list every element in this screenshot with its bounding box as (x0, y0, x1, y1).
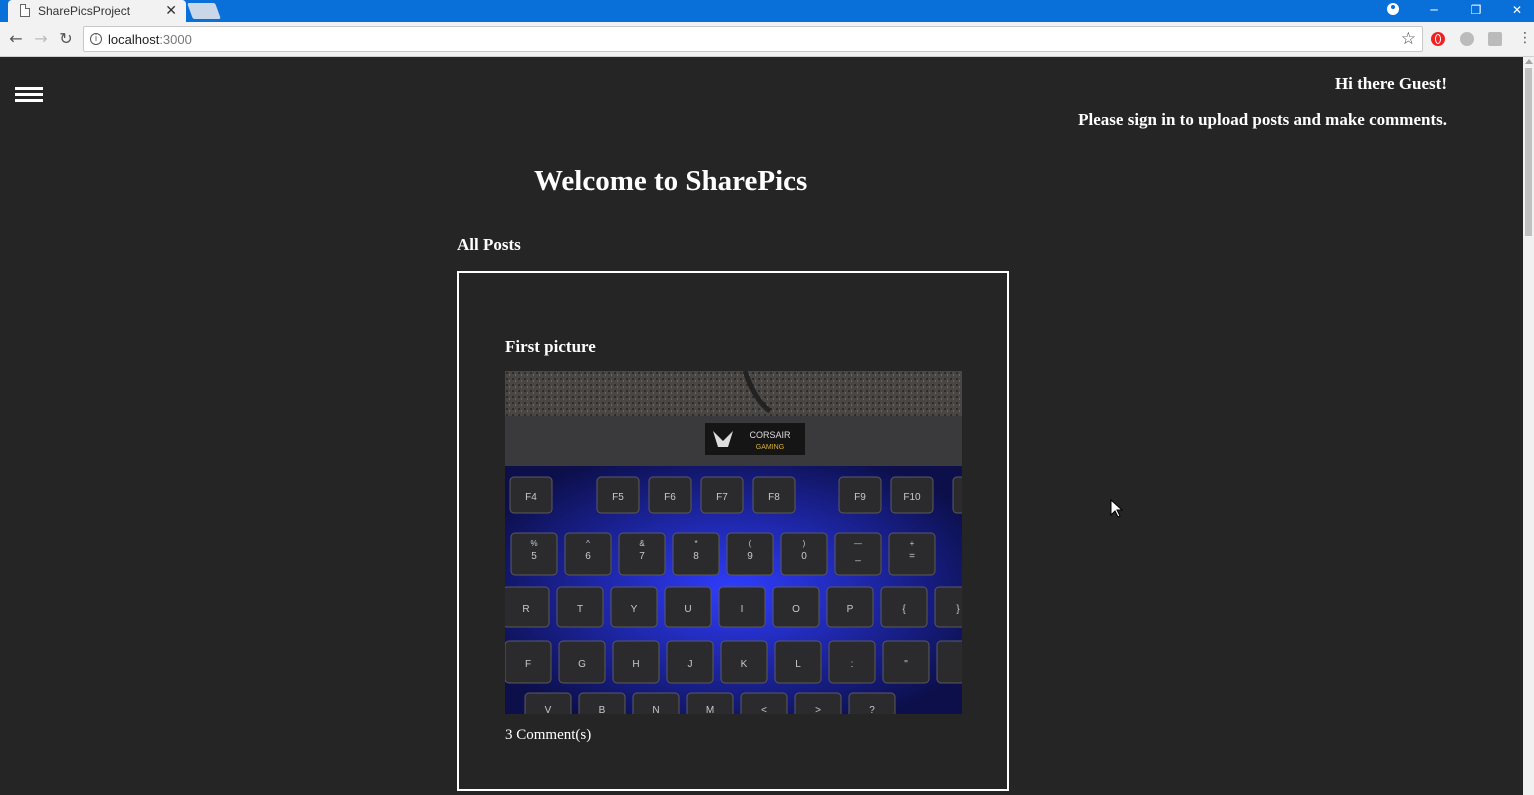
browser-tab[interactable]: SharePicsProject ✕ (8, 0, 186, 22)
keycap-home-row-label: : (851, 659, 854, 670)
url-text: localhost:3000 (108, 32, 192, 47)
keycap-top-row-label: O (792, 604, 800, 615)
keycap-home-row-label: " (904, 659, 908, 670)
keycap-home-row-label: G (578, 659, 586, 670)
greeting-text: Hi there Guest! (1334, 74, 1447, 93)
url-host: localhost (108, 32, 160, 47)
close-window-button[interactable]: ✕ (1497, 0, 1534, 22)
post-image[interactable]: CORSAIR GAMING F4F5F6F7F8F9F10F5%6^7&8*9… (505, 371, 962, 714)
keycap-num-shift-label: ^ (586, 539, 590, 548)
keycap-home-row (936, 640, 962, 684)
keycap-num-label: 5 (531, 551, 537, 562)
keycap-num-label: 6 (585, 551, 591, 562)
browser-toolbar: ← → ↻ i localhost:3000 ☆ ⋮ (0, 22, 1534, 57)
keycap-home-row-label: L (795, 659, 801, 670)
browser-titlebar: SharePicsProject ✕ ─ ❐ ✕ (0, 0, 1534, 22)
keycap-num-label: 7 (639, 551, 645, 562)
keycap-top-row-label: R (522, 604, 529, 615)
keycap-num-shift-label: — (854, 539, 862, 548)
keycap-bottom-row-label: N (652, 705, 659, 714)
keycap-top-row-label: I (741, 604, 744, 615)
page-content: Hi there Guest! Please sign in to upload… (0, 57, 1523, 795)
keycap-home-row-label: H (632, 659, 639, 670)
keycap-f-label: F6 (664, 492, 676, 503)
page-icon (20, 4, 30, 17)
opera-extension-icon[interactable] (1431, 32, 1445, 46)
keycap-num-label: 0 (801, 551, 807, 562)
skype-extension-icon[interactable] (1460, 32, 1474, 46)
keycap-num-shift-label: * (694, 539, 697, 548)
restore-button[interactable]: ❐ (1456, 0, 1496, 22)
url-port: :3000 (159, 32, 192, 47)
back-button[interactable]: ← (6, 29, 26, 49)
keycap-num-shift-label: & (639, 539, 645, 548)
keycap-f-label: F9 (854, 492, 866, 503)
post-card[interactable]: First picture CORSAIR GAMING F4 F5 F6 F7… (457, 271, 1009, 791)
keycap-num-label: _ (854, 551, 861, 562)
tab-close-icon[interactable]: ✕ (165, 2, 177, 19)
keycap-top-row-label: Y (631, 604, 638, 615)
scroll-up-arrow-icon[interactable] (1525, 59, 1533, 64)
keycap-num-shift-label: + (910, 539, 915, 548)
keycap-home-row-label: F (525, 659, 531, 670)
scroll-thumb[interactable] (1525, 68, 1532, 236)
forward-button[interactable]: → (31, 29, 51, 49)
address-bar[interactable]: i localhost:3000 ☆ (83, 26, 1423, 52)
signin-message: Please sign in to upload posts and make … (1078, 110, 1447, 129)
keyboard-photo: CORSAIR GAMING F4F5F6F7F8F9F10F5%6^7&8*9… (505, 371, 962, 714)
keycap-num-label: 9 (747, 551, 753, 562)
new-tab-button[interactable] (187, 3, 221, 19)
minimize-button[interactable]: ─ (1414, 0, 1454, 22)
keycap-f-label: F10 (903, 492, 921, 503)
tab-title: SharePicsProject (38, 4, 131, 18)
keycap-num-label: = (909, 551, 915, 562)
browser-menu-icon[interactable]: ⋮ (1518, 30, 1532, 46)
keycap-home-row-label: J (688, 659, 693, 670)
keycap-top-row-label: P (847, 604, 854, 615)
keycap-num-label: 8 (693, 551, 699, 562)
logo-bottom-text: GAMING (756, 444, 784, 451)
info-icon[interactable]: i (90, 33, 102, 45)
reload-button[interactable]: ↻ (56, 29, 76, 49)
keycap-f-label: F4 (525, 492, 537, 503)
k-extension-icon[interactable] (1488, 32, 1502, 46)
keycap-f-label: F8 (768, 492, 780, 503)
keycap-bottom-row-label: < (761, 705, 767, 714)
keycap-num-shift-label: ( (749, 539, 752, 548)
keycap-bottom-row-label: > (815, 705, 821, 714)
page-scrollbar[interactable] (1523, 57, 1534, 795)
bookmark-star-icon[interactable]: ☆ (1401, 29, 1416, 49)
keycap-bottom-row-label: ? (869, 705, 875, 714)
keycap-num-shift-label: % (530, 539, 537, 548)
keycap-bottom-row-label: M (706, 705, 714, 714)
mouse-cursor-icon (1110, 499, 1124, 518)
keycap-f (952, 476, 962, 514)
keycap-bottom-row-label: B (599, 705, 606, 714)
post-title[interactable]: First picture (505, 337, 596, 357)
profile-icon[interactable] (1387, 3, 1399, 15)
keycap-top-row-label: T (577, 604, 583, 615)
page-title: Welcome to SharePics (534, 165, 808, 197)
keycap-f-label: F5 (612, 492, 624, 503)
post-comments-link[interactable]: 3 Comment(s) (505, 727, 591, 744)
keycap-f-label: F7 (716, 492, 728, 503)
logo-top-text: CORSAIR (749, 430, 791, 440)
keycap-top-row-label: U (684, 604, 691, 615)
hamburger-menu-icon[interactable] (15, 87, 43, 103)
keycap-num-shift-label: ) (803, 539, 806, 548)
section-title: All Posts (457, 235, 521, 254)
keycap-bottom-row-label: V (545, 705, 552, 714)
keycap-home-row-label: K (741, 659, 748, 670)
